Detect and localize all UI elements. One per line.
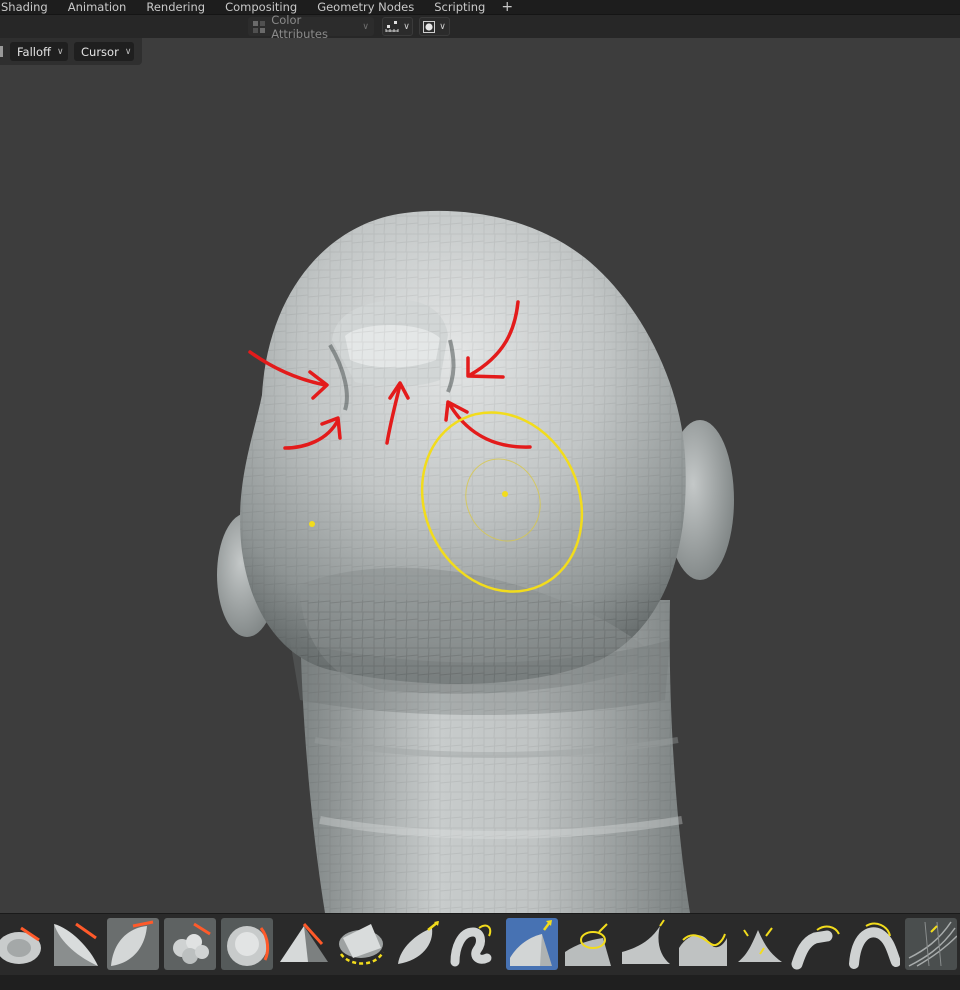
mesh-display-icon (385, 20, 399, 32)
scrape-brush-icon[interactable] (677, 918, 729, 970)
symmetry-cursor-dot (309, 521, 315, 527)
chevron-down-icon: ∨ (124, 46, 132, 57)
tab-rendering[interactable]: Rendering (136, 0, 215, 14)
tab-scripting[interactable]: Scripting (424, 0, 495, 14)
add-workspace-button[interactable]: + (495, 0, 519, 14)
flatten-brush-icon[interactable] (563, 918, 615, 970)
color-attributes-label: Color Attributes (271, 12, 328, 41)
draw-brush-icon[interactable] (0, 918, 47, 970)
viewport-shading-icon (423, 20, 436, 33)
clay-brush-icon[interactable] (107, 918, 159, 970)
3d-viewport[interactable] (0, 65, 960, 913)
brush-shelf (0, 913, 960, 975)
viewport-shading-dropdown[interactable]: ∨ (419, 17, 450, 36)
falloff-label: Falloff (17, 44, 51, 59)
color-attributes-dropdown[interactable]: Color Attributes ∨ (248, 13, 374, 41)
pinch-brush-icon[interactable] (791, 918, 843, 970)
sculpt-mesh (217, 210, 734, 913)
tool-settings-header: Falloff ∨ Cursor ∨ (0, 38, 142, 65)
layer-brush-icon[interactable] (278, 918, 330, 970)
chevron-down-icon: ∨ (362, 21, 369, 32)
chevron-down-icon: ∨ (56, 46, 64, 57)
multiplane-scrape-brush-icon[interactable] (734, 918, 786, 970)
crease-brush-icon[interactable] (449, 918, 501, 970)
falloff-dropdown[interactable]: Falloff ∨ (10, 42, 68, 61)
cursor-dropdown[interactable]: Cursor ∨ (74, 42, 134, 61)
elastic-deform-brush-icon[interactable] (905, 918, 957, 970)
grab-brush-icon[interactable] (848, 918, 900, 970)
clay-strips-brush-icon[interactable] (164, 918, 216, 970)
tab-animation[interactable]: Animation (58, 0, 137, 14)
chevron-down-icon: ∨ (439, 21, 446, 32)
mesh-display-dropdown[interactable]: ∨ (382, 17, 413, 36)
inflate-brush-icon[interactable] (335, 918, 387, 970)
cursor-label: Cursor (81, 44, 119, 59)
fill-brush-icon[interactable] (620, 918, 672, 970)
clay-thumb-brush-icon[interactable] (221, 918, 273, 970)
viewport-header: Color Attributes ∨ ∨ ∨ (0, 13, 960, 41)
chevron-down-icon: ∨ (403, 21, 410, 32)
sculpt-mode-icon (253, 20, 265, 33)
smooth-brush-icon[interactable] (506, 918, 558, 970)
sculpt-mesh-view[interactable] (0, 65, 960, 913)
toolbar-edge-handle[interactable] (0, 46, 3, 57)
status-bar (0, 975, 960, 990)
blob-brush-icon[interactable] (392, 918, 444, 970)
tab-shading[interactable]: Shading (0, 0, 58, 14)
draw-sharp-brush-icon[interactable] (50, 918, 102, 970)
workspace-tab-bar: Shading Animation Rendering Compositing … (0, 0, 960, 15)
